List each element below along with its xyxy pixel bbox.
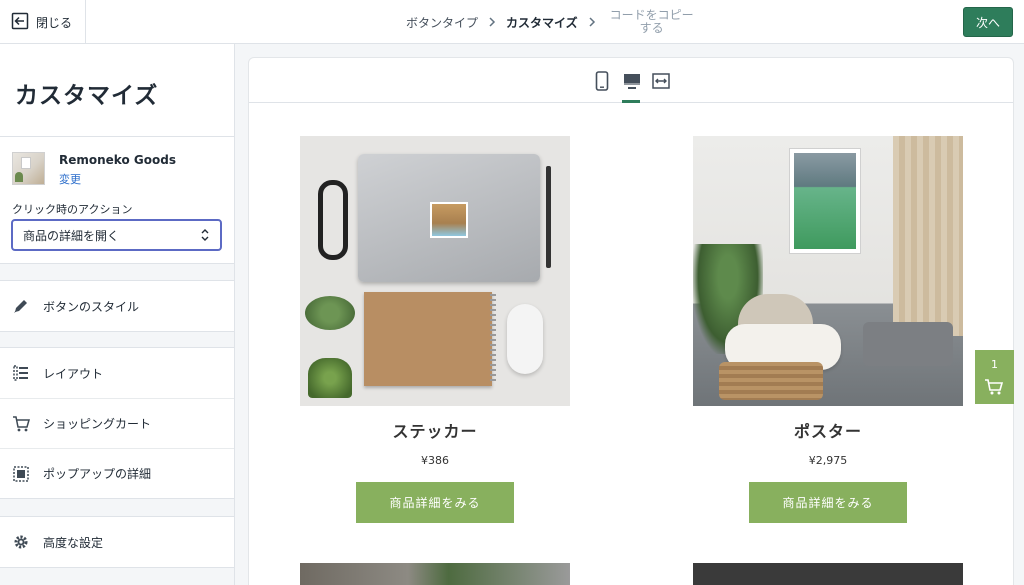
product-thumbnail bbox=[12, 152, 45, 185]
sidebar-item-shopping-cart[interactable]: ショッピングカート bbox=[0, 398, 234, 448]
device-toggle-bar bbox=[249, 58, 1013, 103]
sidebar-item-label: ポップアップの詳細 bbox=[43, 467, 152, 481]
next-button[interactable]: 次へ bbox=[963, 7, 1013, 37]
sidebar: カスタマイズ Remoneko Goods 変更 クリック時のアクション 商品の… bbox=[0, 44, 235, 585]
close-label: 閉じる bbox=[36, 15, 73, 30]
sidebar-group-layout: レイアウト ショッピングカート ポップアップの詳細 bbox=[0, 347, 234, 499]
chevron-right-icon bbox=[588, 17, 596, 27]
product-title: ステッカー bbox=[392, 422, 478, 441]
sidebar-group-style: ボタンのスタイル bbox=[0, 280, 234, 332]
step-breadcrumb: ボタンタイプ カスタマイズ コードをコピー する bbox=[406, 0, 698, 44]
click-action-value: 商品の詳細を開く bbox=[23, 228, 120, 243]
step-customize[interactable]: カスタマイズ bbox=[506, 14, 578, 31]
page-title: カスタマイズ bbox=[15, 83, 159, 109]
step-copy-code[interactable]: コードをコピー する bbox=[606, 9, 698, 35]
layout-list-icon bbox=[11, 363, 31, 383]
click-action-select[interactable]: 商品の詳細を開く bbox=[11, 219, 222, 251]
floating-cart-button[interactable]: 1 bbox=[975, 350, 1014, 404]
close-button[interactable]: 閉じる bbox=[0, 0, 86, 44]
gear-icon bbox=[11, 532, 31, 552]
product-image-sticker[interactable] bbox=[300, 136, 570, 406]
step-copy-code-line2: する bbox=[639, 21, 664, 35]
sidebar-item-label: ショッピングカート bbox=[43, 417, 152, 431]
paint-brush-icon bbox=[11, 296, 31, 316]
product-image-partial[interactable] bbox=[300, 563, 570, 585]
product-image-poster[interactable] bbox=[693, 136, 963, 406]
preview-panel: ステッカー ¥386 商品詳細をみる ポスター ¥2,975 商品詳細をみる bbox=[248, 57, 1014, 585]
exit-icon bbox=[11, 12, 29, 33]
mobile-icon[interactable] bbox=[592, 70, 612, 92]
sidebar-item-label: レイアウト bbox=[43, 366, 104, 381]
product-price: ¥2,975 bbox=[808, 454, 848, 467]
click-action-label: クリック時のアクション bbox=[12, 203, 133, 216]
sidebar-group-advanced: 高度な設定 bbox=[0, 516, 234, 568]
product-card: ポスター ¥2,975 商品詳細をみる bbox=[693, 136, 963, 523]
sidebar-item-label: 高度な設定 bbox=[43, 535, 104, 550]
sidebar-item-advanced-settings[interactable]: 高度な設定 bbox=[0, 517, 234, 567]
product-card: ステッカー ¥386 商品詳細をみる bbox=[300, 136, 570, 523]
change-product-link[interactable]: 変更 bbox=[59, 171, 81, 187]
product-name: Remoneko Goods bbox=[59, 153, 176, 167]
cart-count: 1 bbox=[991, 358, 998, 371]
sidebar-item-button-style[interactable]: ボタンのスタイル bbox=[0, 281, 234, 331]
view-details-button[interactable]: 商品詳細をみる bbox=[356, 482, 514, 523]
step-button-type[interactable]: ボタンタイプ bbox=[406, 14, 478, 31]
sidebar-item-label: ボタンのスタイル bbox=[43, 299, 140, 314]
top-bar: 閉じる ボタンタイプ カスタマイズ コードをコピー する 次へ bbox=[0, 0, 1024, 44]
select-arrows-icon bbox=[200, 228, 210, 245]
cart-icon bbox=[984, 378, 1004, 400]
product-price: ¥386 bbox=[421, 454, 449, 467]
step-copy-code-line1: コードをコピー bbox=[609, 8, 694, 22]
chevron-right-icon bbox=[488, 17, 496, 27]
product-image-partial[interactable] bbox=[693, 563, 963, 585]
sidebar-header: カスタマイズ bbox=[0, 44, 234, 137]
product-title: ポスター bbox=[793, 422, 862, 441]
desktop-icon[interactable] bbox=[622, 70, 642, 103]
product-panel: Remoneko Goods 変更 クリック時のアクション 商品の詳細を開く bbox=[0, 137, 234, 264]
fullwidth-icon[interactable] bbox=[651, 70, 671, 92]
sidebar-item-popup-details[interactable]: ポップアップの詳細 bbox=[0, 448, 234, 498]
sidebar-item-layout[interactable]: レイアウト bbox=[0, 348, 234, 398]
cart-icon bbox=[11, 414, 31, 434]
view-details-button[interactable]: 商品詳細をみる bbox=[749, 482, 907, 523]
popup-icon bbox=[11, 464, 31, 484]
